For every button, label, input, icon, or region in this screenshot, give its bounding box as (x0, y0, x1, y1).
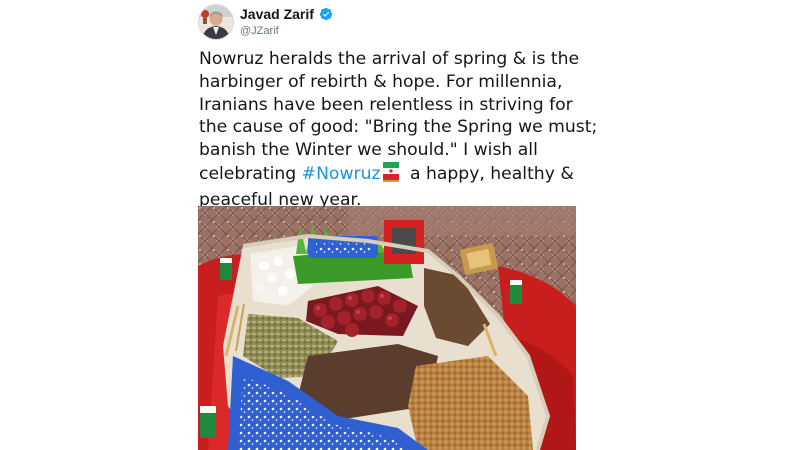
hashtag-link[interactable]: #Nowruz (302, 164, 381, 184)
verified-badge-icon (319, 7, 333, 21)
tweet: Javad Zarif @JZarif Nowruz heralds the a… (0, 0, 800, 450)
avatar[interactable] (198, 4, 234, 40)
author-handle[interactable]: @JZarif (240, 25, 279, 37)
author-name-text: Javad Zarif (240, 6, 314, 22)
author-name[interactable]: Javad Zarif (240, 6, 333, 22)
tweet-photo[interactable] (198, 206, 576, 450)
tweet-text: Nowruz heralds the arrival of spring & i… (199, 48, 619, 212)
iran-flag-icon (382, 161, 400, 189)
profile-photo-icon (199, 5, 233, 39)
haft-sin-table-icon (198, 206, 576, 450)
